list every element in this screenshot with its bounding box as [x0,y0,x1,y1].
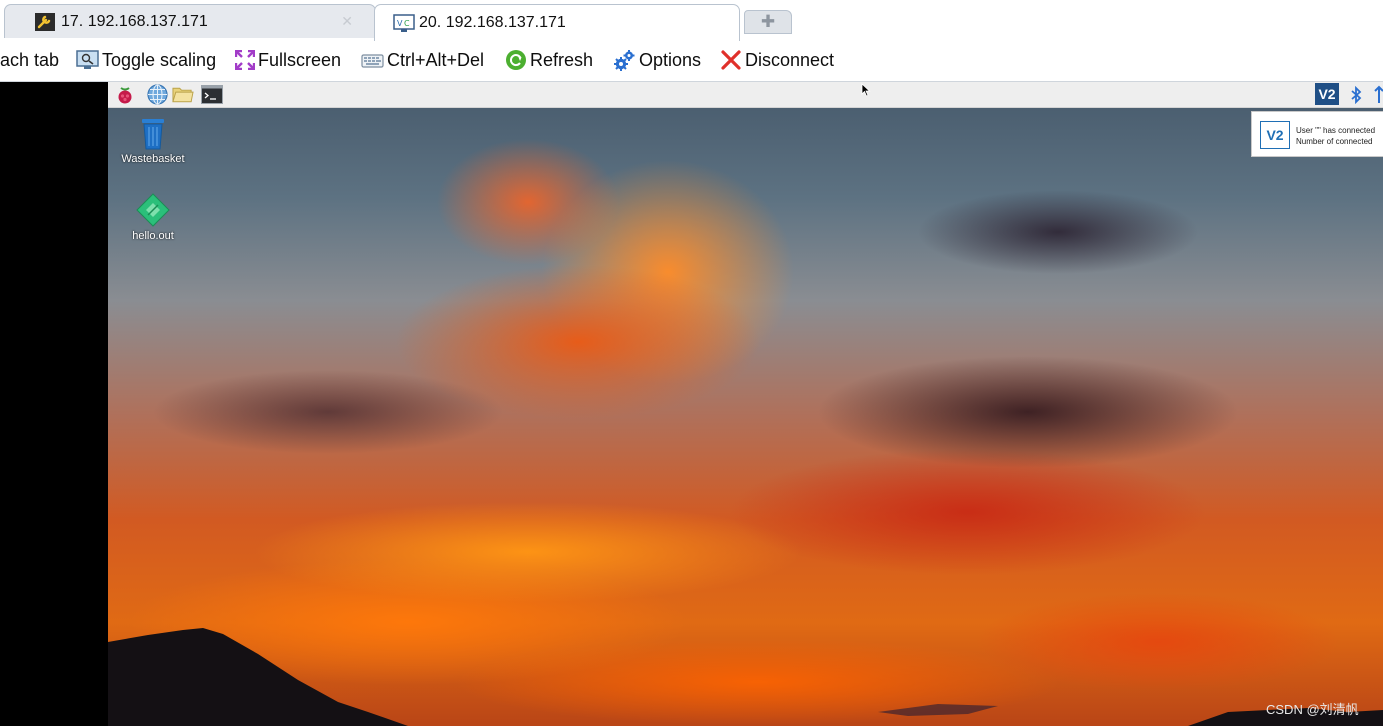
keyboard-icon [361,53,384,68]
terminal-icon[interactable] [201,84,223,105]
raspberry-menu-icon[interactable] [114,84,136,105]
new-tab-button[interactable]: ✚ [744,10,792,34]
vnc-connection-notification[interactable]: V2 User "" has connected Number of conne… [1251,111,1383,157]
options-label: Options [639,49,702,70]
svg-text:C: C [404,19,410,28]
pi-taskbar: V2 [108,82,1383,108]
notification-line-2: Number of connected [1296,137,1373,146]
ctrl-alt-del-button[interactable]: Ctrl+Alt+Del [361,48,484,72]
detach-tab-button[interactable]: ach tab [0,48,59,72]
detach-tab-label: ach tab [0,49,60,70]
toggle-scaling-button[interactable]: Toggle scaling [76,48,216,72]
vnc-tray-text: V2 [1318,86,1336,102]
fullscreen-label: Fullscreen [258,49,342,70]
refresh-icon [506,50,526,70]
svg-text:V: V [397,19,403,28]
tab-label: 20. 192.168.137.171 [419,14,566,31]
bluetooth-icon[interactable] [1345,84,1367,105]
desktop-icon-label: Wastebasket [121,153,185,165]
remote-viewport[interactable]: V2 Wastebasket hello.out V2 User "" has … [0,82,1383,726]
refresh-label: Refresh [530,49,594,70]
close-tab-icon[interactable]: ✕ [341,13,353,30]
plus-icon: ✚ [760,12,776,31]
vnc-tray-icon[interactable]: V2 [1315,83,1339,105]
fullscreen-icon [235,50,255,70]
session-tab-17[interactable]: 17. 192.168.137.171 ✕ [4,4,376,38]
session-tab-20[interactable]: VC 20. 192.168.137.171 [374,4,740,41]
vnc-logo-icon: V2 [1260,121,1290,149]
remote-desktop-screen[interactable]: V2 Wastebasket hello.out V2 User "" has … [108,82,1383,726]
session-toolbar: ach tab Toggle scaling Fullscreen Ctrl+A… [0,40,1383,82]
tab-label: 17. 192.168.137.171 [61,12,208,30]
desktop-icon-wastebasket[interactable]: Wastebasket [108,118,198,165]
desktop-icon-hello-out[interactable]: hello.out [108,193,198,242]
file-manager-icon[interactable] [172,84,194,105]
network-icon[interactable] [1368,84,1383,105]
trash-icon [142,119,164,150]
vnc-monitor-icon: VC [393,14,415,32]
monitor-scaling-icon [76,49,99,69]
watermark: CSDN @刘清帆 [1266,702,1359,717]
fullscreen-button[interactable]: Fullscreen [235,48,341,72]
desktop-icon-label: hello.out [132,230,174,242]
wrench-icon [35,12,55,31]
options-button[interactable]: Options [613,48,701,72]
gear-icon [614,49,635,71]
executable-file-icon [136,193,170,227]
web-browser-icon[interactable] [146,84,168,105]
ctrl-alt-del-label: Ctrl+Alt+Del [387,49,485,70]
disconnect-button[interactable]: Disconnect [720,48,834,72]
notification-line-1: User "" has connected [1296,126,1376,135]
disconnect-label: Disconnect [745,49,835,70]
refresh-button[interactable]: Refresh [505,48,593,72]
mouse-cursor-icon [861,83,871,97]
close-icon [721,50,741,70]
mountain-silhouette [108,628,1383,726]
toggle-scaling-label: Toggle scaling [102,49,217,70]
tab-strip: 17. 192.168.137.171 ✕ VC 20. 192.168.137… [0,0,1383,41]
